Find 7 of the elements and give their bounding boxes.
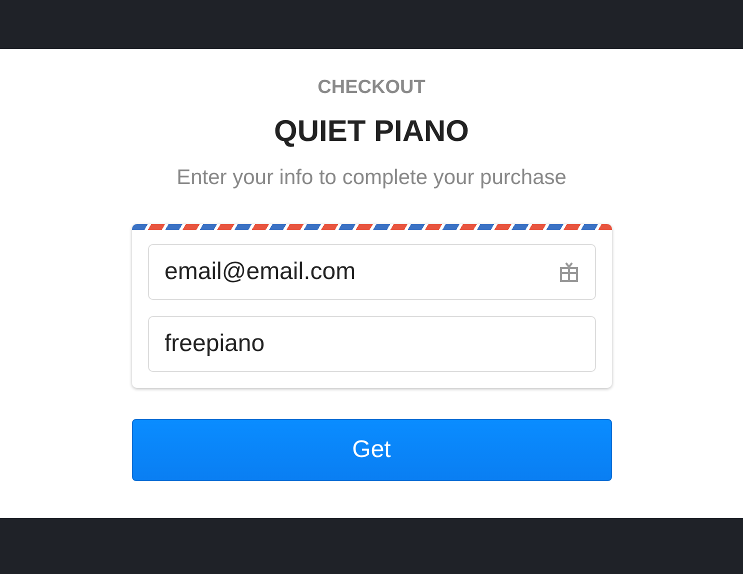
get-button[interactable]: Get — [132, 419, 612, 481]
input-field[interactable]: email@email.com — [148, 244, 596, 300]
input-field[interactable]: freepiano — [148, 316, 596, 372]
product-title: QUIET PIANO — [274, 115, 469, 149]
eyebrow-label: CHECKOUT — [318, 77, 426, 99]
subtitle: Enter your info to complete your purchase — [176, 166, 566, 190]
gift-icon — [558, 261, 578, 283]
